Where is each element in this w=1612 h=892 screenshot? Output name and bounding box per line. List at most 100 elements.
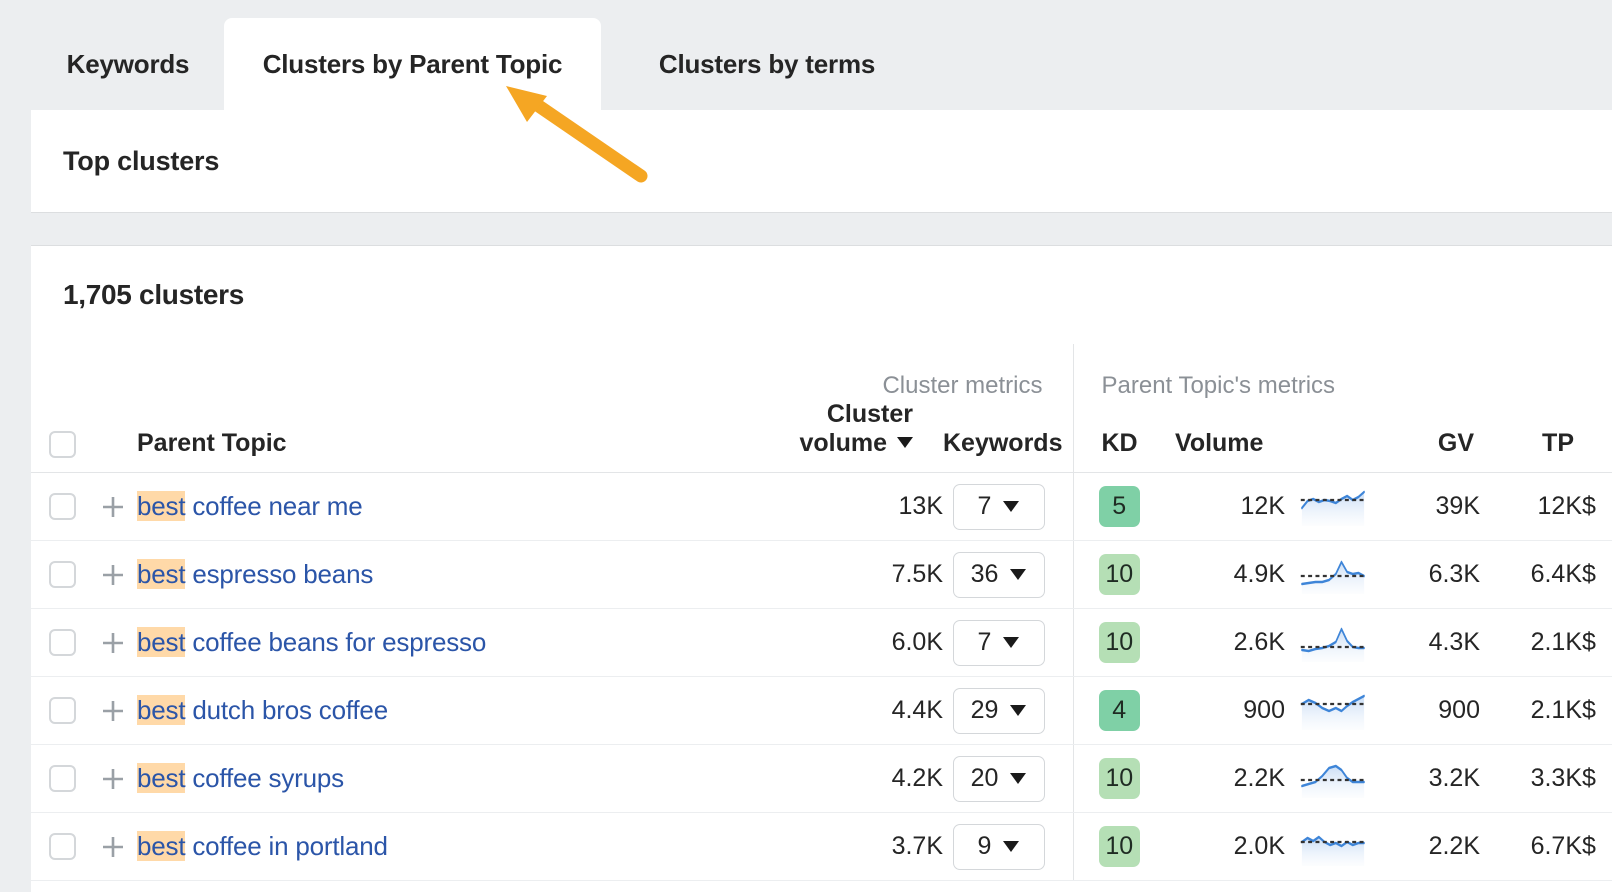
row-gv: 6.3K [1380,541,1480,609]
row-parent-topic-cell[interactable]: best dutch bros coffee [133,677,733,745]
row-parent-topic-cell[interactable]: best coffee beans for espresso [133,609,733,677]
tab-clusters-by-parent-topic-label: Clusters by Parent Topic [263,49,563,80]
row-parent-topic-cell[interactable]: best coffee syrups [133,745,733,813]
row-checkbox-cell[interactable] [31,541,93,609]
row-expand-cell[interactable] [93,541,133,609]
row-parent-topic-cell[interactable]: best coffee in portland [133,813,733,881]
top-clusters-title: Top clusters [63,146,219,177]
parent-topic-link[interactable]: best coffee beans for espresso [133,627,486,657]
row-cluster-volume: 7.5K [733,541,943,609]
row-gv: 4.3K [1380,609,1480,677]
caret-down-icon [1010,705,1026,716]
row-keywords-cell[interactable]: 20 [943,745,1073,813]
table-row[interactable]: best dutch bros coffee 4.4K 29 4 900 [31,677,1612,745]
expand-col-header [93,400,133,473]
row-keywords-cell[interactable]: 36 [943,541,1073,609]
kd-value: 10 [1105,764,1133,793]
column-header-kd[interactable]: KD [1073,400,1165,473]
plus-icon[interactable] [93,834,133,860]
parent-topic-link[interactable]: best dutch bros coffee [133,695,388,725]
plus-icon[interactable] [93,562,133,588]
checkbox-icon-row[interactable] [49,697,76,724]
row-kd-cell: 5 [1073,473,1165,541]
column-header-tp[interactable]: TP [1480,400,1582,473]
row-checkbox-cell[interactable] [31,609,93,677]
row-checkbox-cell[interactable] [31,745,93,813]
checkbox-icon-row[interactable] [49,765,76,792]
table-row[interactable]: best coffee near me 13K 7 5 12K [31,473,1612,541]
column-header-parent-topic[interactable]: Parent Topic [133,400,733,473]
row-volume: 12K [1165,473,1285,541]
parent-topic-rest: espresso beans [185,559,373,589]
row-cpc: $ [1582,473,1612,541]
row-keywords-cell[interactable]: 9 [943,813,1073,881]
column-header-gv[interactable]: GV [1380,400,1480,473]
tab-keywords[interactable]: Keywords [32,18,224,110]
keywords-count-select[interactable]: 36 [953,552,1045,598]
column-header-cpc[interactable] [1582,400,1612,473]
column-header-cluster-volume[interactable]: Cluster volume [733,400,943,473]
row-keywords-cell[interactable]: 7 [943,473,1073,541]
kd-value: 10 [1105,628,1133,657]
keywords-count-select[interactable]: 7 [953,484,1045,530]
row-expand-cell[interactable] [93,813,133,881]
row-expand-cell[interactable] [93,745,133,813]
column-header-row: Parent Topic Cluster volume Keywords KD … [31,400,1612,473]
row-volume: 2.6K [1165,609,1285,677]
parent-topic-link[interactable]: best espresso beans [133,559,373,589]
table-row[interactable]: best coffee syrups 4.2K 20 10 2.2K [31,745,1612,813]
row-tp: 12K [1480,473,1582,541]
row-volume: 2.0K [1165,813,1285,881]
clusters-panel: 1,705 clusters Cluster metrics Parent To… [31,246,1612,892]
checkbox-icon-select-all[interactable] [49,431,76,458]
kd-badge: 5 [1099,486,1140,527]
tab-clusters-by-terms[interactable]: Clusters by terms [601,18,933,110]
tab-keywords-label: Keywords [67,49,190,80]
keywords-count-select[interactable]: 9 [953,824,1045,870]
row-cpc: $ [1582,609,1612,677]
keywords-count-value: 7 [978,492,992,521]
sparkline-chart [1294,556,1372,594]
tab-clusters-by-parent-topic[interactable]: Clusters by Parent Topic [224,18,601,110]
row-cluster-volume: 13K [733,473,943,541]
row-expand-cell[interactable] [93,609,133,677]
table-row[interactable]: best coffee in portland 3.7K 9 10 2.0K [31,813,1612,881]
panel-divider-band [31,212,1612,246]
column-header-keywords[interactable]: Keywords [943,400,1073,473]
row-checkbox-cell[interactable] [31,677,93,745]
caret-down-icon [1010,569,1026,580]
keywords-count-select[interactable]: 20 [953,756,1045,802]
row-parent-topic-cell[interactable]: best espresso beans [133,541,733,609]
row-expand-cell[interactable] [93,677,133,745]
plus-icon[interactable] [93,630,133,656]
checkbox-icon-row[interactable] [49,561,76,588]
row-parent-topic-cell[interactable]: best coffee near me [133,473,733,541]
column-header-volume[interactable]: Volume [1165,400,1285,473]
table-row[interactable]: best coffee beans for espresso 6.0K 7 10… [31,609,1612,677]
parent-topic-link[interactable]: best coffee syrups [133,763,344,793]
row-kd-cell: 4 [1073,677,1165,745]
row-keywords-cell[interactable]: 7 [943,609,1073,677]
parent-topic-link[interactable]: best coffee near me [133,491,363,521]
row-cpc: $ [1582,813,1612,881]
row-kd-cell: 10 [1073,609,1165,677]
keywords-count-select[interactable]: 7 [953,620,1045,666]
keywords-count-select[interactable]: 29 [953,688,1045,734]
select-all-header[interactable] [31,400,93,473]
row-sparkline-cell [1285,813,1380,881]
checkbox-icon-row[interactable] [49,629,76,656]
plus-icon[interactable] [93,494,133,520]
checkbox-icon-row[interactable] [49,493,76,520]
table-row[interactable]: best espresso beans 7.5K 36 10 4.9K [31,541,1612,609]
parent-topic-link[interactable]: best coffee in portland [133,831,388,861]
row-tp: 2.1K [1480,609,1582,677]
row-keywords-cell[interactable]: 29 [943,677,1073,745]
checkbox-icon-row[interactable] [49,833,76,860]
row-expand-cell[interactable] [93,473,133,541]
plus-icon[interactable] [93,766,133,792]
row-checkbox-cell[interactable] [31,813,93,881]
plus-icon[interactable] [93,698,133,724]
kd-value: 10 [1105,832,1133,861]
caret-down-icon-sort[interactable] [897,437,913,448]
row-checkbox-cell[interactable] [31,473,93,541]
